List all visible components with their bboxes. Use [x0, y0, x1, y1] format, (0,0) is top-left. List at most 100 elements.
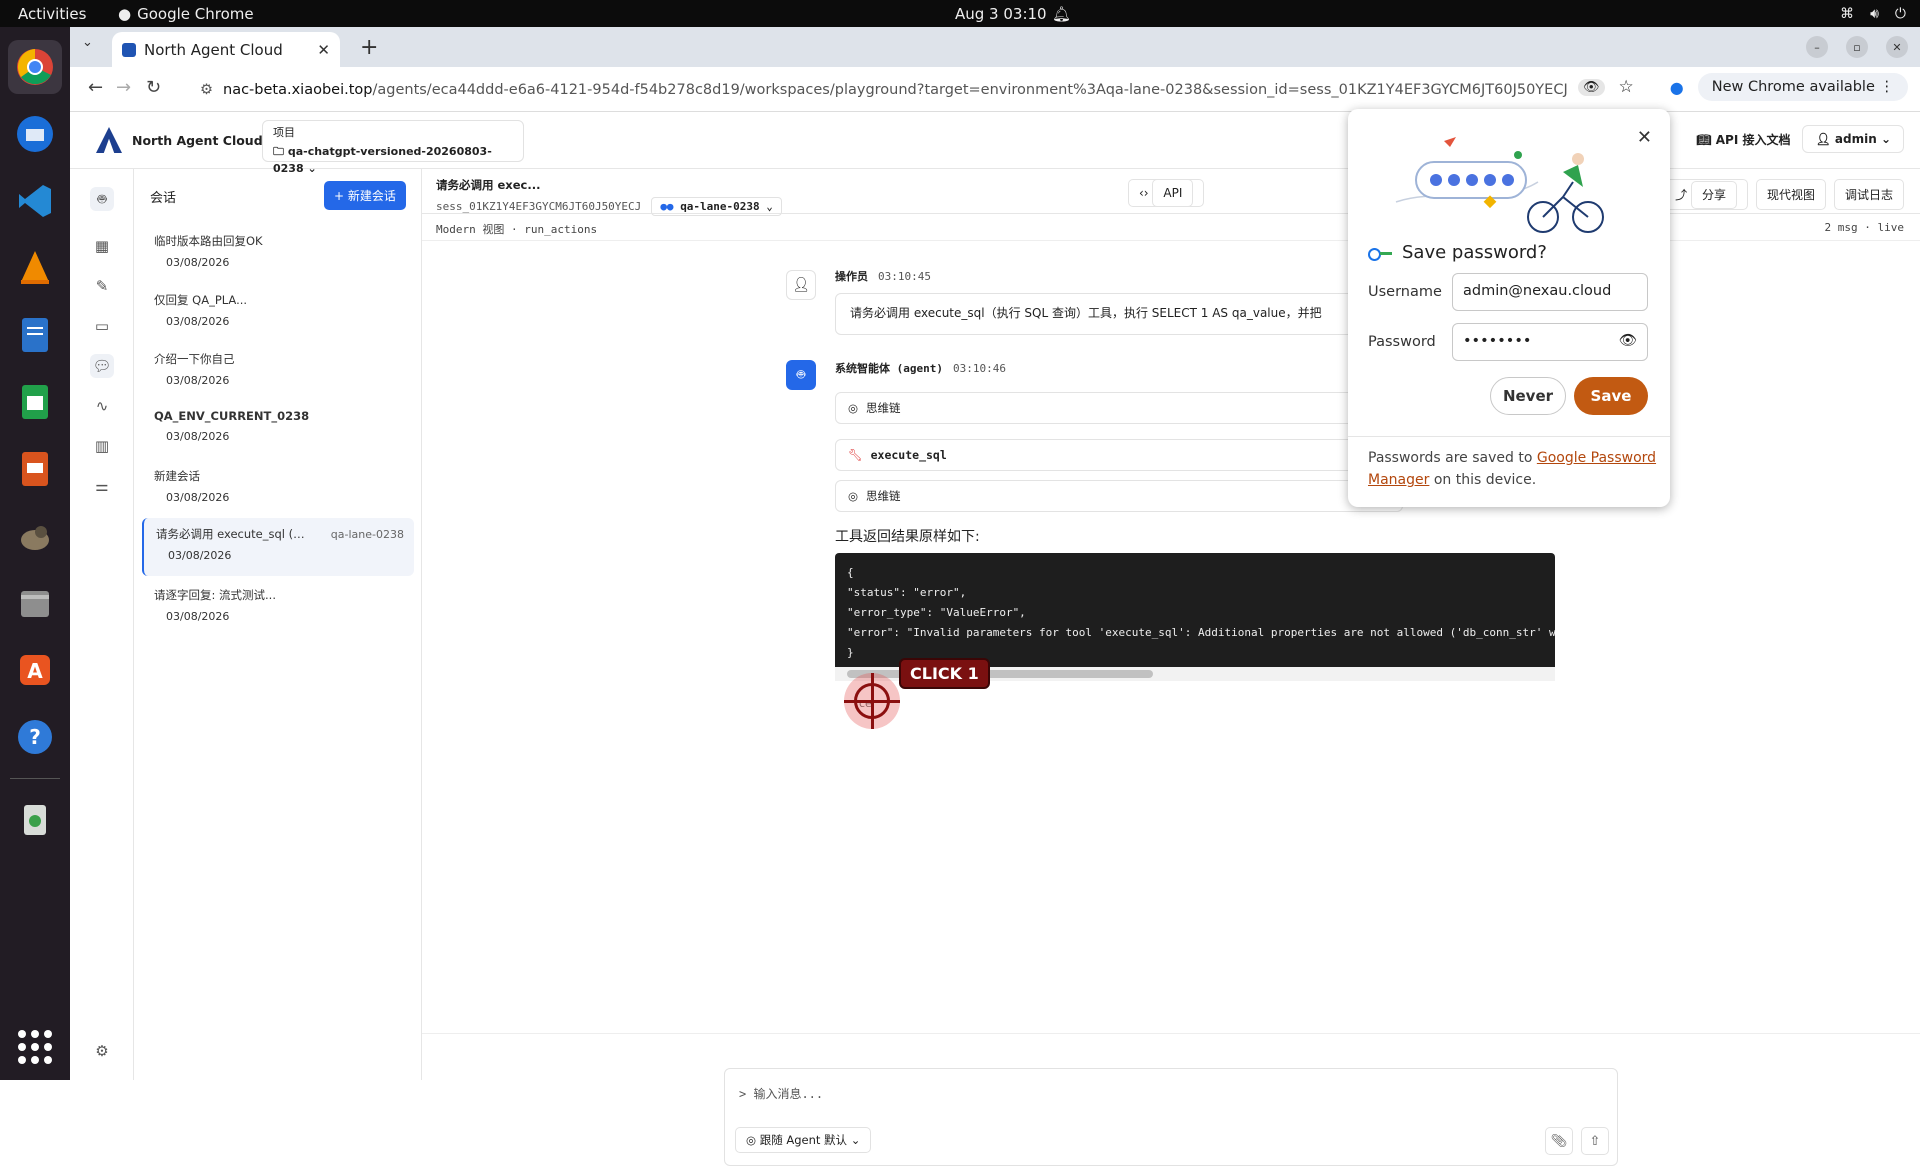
api-docs-link[interactable]: 📖︎ API 接入文档	[1696, 131, 1790, 148]
dialog-title: Save password?	[1368, 242, 1547, 263]
dock-gimp[interactable]	[8, 509, 62, 563]
impress-icon	[22, 452, 48, 486]
dock-impress[interactable]	[8, 442, 62, 496]
vlc-icon	[21, 251, 49, 284]
app-center-icon: A	[20, 655, 50, 685]
settings-sliders-icon[interactable]: ⚌	[90, 474, 114, 498]
show-apps-icon[interactable]	[18, 1030, 52, 1064]
session-item[interactable]: QA_ENV_CURRENT_0238 03/08/2026	[142, 401, 414, 455]
agent-mode-icon: ◎	[746, 1133, 757, 1147]
session-item[interactable]: 请逐字回复: 流式测试... 03/08/2026	[142, 579, 414, 633]
agent-avatar-icon: 🤖︎	[786, 360, 816, 390]
session-id: sess_01KZ1Y4EF3GYCM6JT60J50YECJ	[436, 200, 642, 213]
message-input[interactable]: > 输入消息...	[739, 1085, 823, 1102]
close-icon[interactable]: ✕	[1637, 127, 1652, 148]
dock-writer[interactable]	[8, 308, 62, 362]
password-field[interactable]: •••••••• 👁︎	[1452, 323, 1648, 361]
user-message-header: 操作员 03:10:45	[835, 270, 931, 283]
user-menu[interactable]: 👤︎ admin ⌄	[1802, 125, 1904, 153]
dock-vlc[interactable]	[8, 241, 62, 295]
dock-trash[interactable]	[8, 792, 62, 846]
modern-view-button[interactable]: 现代视图	[1755, 179, 1826, 210]
password-key-icon[interactable]: 👁︎	[1577, 78, 1605, 96]
session-item[interactable]: 仅回复 QA_PLA... 03/08/2026	[142, 284, 414, 338]
dock: A ?	[0, 27, 70, 1080]
thought-chain-2[interactable]: ◎ 思维链	[835, 480, 1403, 512]
save-password-dialog: ✕ Save password? Username admin@nexau.cl…	[1348, 109, 1670, 507]
nav-rail: 🤖︎ ▦ ✎ ▭ 💬︎ ∿ ▥ ⚌ ⚙	[70, 169, 134, 1080]
user-message-bubble: 请务必调用 execute_sql（执行 SQL 查询）工具，执行 SELECT…	[835, 293, 1403, 335]
browser-tab[interactable]: North Agent Cloud ✕	[112, 32, 340, 67]
attach-icon[interactable]: 📎︎	[1545, 1127, 1573, 1155]
agent-selector[interactable]: ◎ 跟随 Agent 默认 ⌄	[735, 1127, 872, 1153]
files-icon	[21, 591, 49, 617]
session-list: 会话 + 新建会话 临时版本路由回复OK 03/08/2026 仅回复 QA_PL…	[134, 169, 422, 1080]
calc-icon	[22, 385, 48, 419]
terminal-icon[interactable]: ▭	[90, 314, 114, 338]
svg-text:A: A	[27, 659, 43, 683]
session-item[interactable]: 临时版本路由回复OK 03/08/2026	[142, 225, 414, 279]
user-avatar-icon: 👤︎	[786, 270, 816, 300]
close-tab-icon[interactable]: ✕	[317, 41, 330, 59]
api-button[interactable]: ‹› API	[1128, 179, 1205, 207]
send-icon[interactable]: ⇧	[1581, 1127, 1609, 1155]
eye-icon[interactable]: 👁︎	[1619, 332, 1637, 349]
message-composer[interactable]: > 输入消息... ◎ 跟随 Agent 默认 ⌄ 📎︎ ⇧	[724, 1068, 1618, 1166]
system-tray[interactable]: ⌘ 🔊︎ ⏻	[1840, 6, 1906, 22]
app-name: North Agent Cloud	[132, 132, 263, 148]
chat-icon[interactable]: 💬︎	[90, 354, 114, 378]
session-item-active[interactable]: 请务必调用 execute_sql (… qa-lane-0238 03/08/20…	[142, 518, 414, 576]
minimize-icon[interactable]: –	[1806, 36, 1828, 58]
project-selector[interactable]: 项目 🗀︎ qa-chatgpt-versioned-20260803-0238…	[262, 120, 524, 175]
dashboard-icon[interactable]: ▦	[90, 234, 114, 258]
debug-log-button[interactable]: 调试日志	[1833, 179, 1904, 210]
address-bar[interactable]: ⚙ nac-beta.xiaobei.top/agents/eca44ddd-e…	[200, 74, 1700, 106]
gear-icon[interactable]: ⚙	[90, 1039, 114, 1063]
session-item[interactable]: 新建会话 03/08/2026	[142, 460, 414, 514]
bookmark-star-icon[interactable]: ☆	[1619, 77, 1634, 97]
edit-icon[interactable]: ✎	[90, 274, 114, 298]
chart-icon[interactable]: ▥	[90, 434, 114, 458]
dock-chrome[interactable]	[8, 40, 62, 94]
bulb-icon: ◎	[848, 489, 859, 503]
profile-icon[interactable]: ●	[1670, 78, 1684, 97]
session-lane-tag: qa-lane-0238	[330, 528, 404, 541]
activities-button[interactable]: Activities	[18, 5, 86, 23]
dock-help[interactable]: ?	[8, 710, 62, 764]
username-field[interactable]: admin@nexau.cloud	[1452, 273, 1648, 311]
maximize-icon[interactable]: ▫	[1846, 36, 1868, 58]
tab-search-icon[interactable]: ⌄	[82, 35, 93, 50]
never-button[interactable]: Never	[1490, 377, 1566, 415]
session-item[interactable]: 介绍一下你自己 03/08/2026	[142, 343, 414, 397]
clock[interactable]: Aug 3 03:10	[955, 5, 1047, 23]
scrollbar-thumb[interactable]	[847, 670, 1153, 678]
chat-panel: 请务必调用 exec... sess_01KZ1Y4EF3GYCM6JT60J5…	[422, 169, 1920, 1166]
save-button[interactable]: Save	[1574, 377, 1648, 415]
dock-thunderbird[interactable]	[8, 107, 62, 161]
agent-bot-icon[interactable]: 🤖︎	[90, 187, 114, 211]
app-logo[interactable]: North Agent Cloud	[96, 127, 263, 153]
dock-calc[interactable]	[8, 375, 62, 429]
close-window-icon[interactable]: ✕	[1886, 36, 1908, 58]
app-menu[interactable]: ● Google Chrome	[118, 5, 254, 23]
thought-chain-1[interactable]: ◎ 思维链	[835, 392, 1403, 424]
dock-files[interactable]	[8, 576, 62, 630]
system-top-bar: Activities ● Google Chrome Aug 3 03:10 🔔︎…	[0, 0, 1920, 27]
dialog-footer: Passwords are saved to Google Password M…	[1368, 450, 1657, 488]
reload-icon[interactable]: ↻	[146, 77, 161, 98]
tab-title: North Agent Cloud	[144, 40, 283, 59]
new-session-button[interactable]: + 新建会话	[324, 181, 406, 210]
dock-separator	[10, 778, 60, 779]
vscode-icon	[19, 185, 51, 217]
dock-vscode[interactable]	[8, 174, 62, 228]
activity-icon[interactable]: ∿	[90, 394, 114, 418]
chrome-icon: ●	[118, 4, 132, 23]
site-info-icon[interactable]: ⚙	[200, 82, 213, 98]
share-button[interactable]: ⤴ 分享	[1664, 179, 1748, 210]
dock-appcenter[interactable]: A	[8, 643, 62, 697]
back-icon[interactable]: ←	[88, 77, 103, 98]
new-tab-button[interactable]: +	[360, 35, 378, 60]
new-chrome-available-button[interactable]: New Chrome available ⋮	[1697, 73, 1908, 101]
tool-call-row[interactable]: 🔧︎ execute_sql	[835, 439, 1403, 471]
forward-icon[interactable]: →	[116, 77, 131, 98]
